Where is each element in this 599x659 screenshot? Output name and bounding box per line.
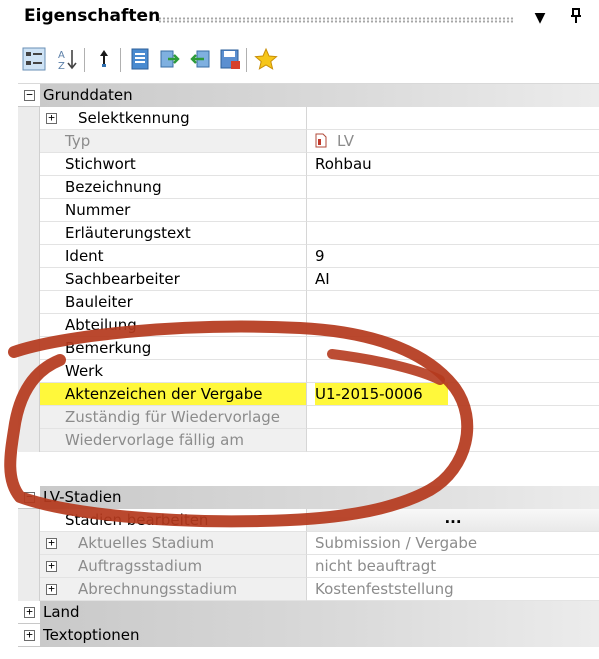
property-name: Abrechnungsstadium — [78, 580, 238, 598]
property-name: Sachbearbeiter — [40, 268, 307, 291]
property-name: Wiedervorlage fällig am — [40, 429, 307, 452]
property-value — [307, 406, 599, 429]
property-value: nicht beauftragt — [307, 555, 599, 578]
favorites-star-icon[interactable] — [254, 47, 278, 71]
property-row-nummer[interactable]: Nummer — [18, 199, 599, 222]
property-name: Auftragsstadium — [78, 557, 203, 575]
property-value[interactable]: Rohbau — [307, 153, 599, 176]
category-grunddaten[interactable]: − Grunddaten — [18, 84, 599, 107]
property-row-selektkennung[interactable]: + Selektkennung — [18, 107, 599, 130]
property-value-text: U1-2015-0006 — [315, 383, 448, 405]
property-value: LV — [307, 130, 599, 153]
property-name: Selektkennung — [78, 109, 190, 127]
property-row-erlaeuterungstext[interactable]: Erläuterungstext — [18, 222, 599, 245]
property-row-zustaendig-wiedervorlage[interactable]: Zuständig für Wiedervorlage — [18, 406, 599, 429]
ellipsis-button[interactable]: ... — [307, 509, 599, 532]
property-value — [307, 429, 599, 452]
property-name: Bauleiter — [40, 291, 307, 314]
category-lv-stadien[interactable]: − LV-Stadien — [18, 486, 599, 509]
property-row-bauleiter[interactable]: Bauleiter — [18, 291, 599, 314]
category-textoptionen[interactable]: + Textoptionen — [18, 624, 599, 647]
property-value[interactable] — [307, 337, 599, 360]
property-row-stichwort[interactable]: Stichwort Rohbau — [18, 153, 599, 176]
property-row-ident[interactable]: Ident 9 — [18, 245, 599, 268]
property-row-stadien-bearbeiten[interactable]: Stadien bearbeiten ... — [18, 509, 599, 532]
property-row-werk[interactable]: Werk — [18, 360, 599, 383]
expand-icon[interactable]: + — [46, 560, 57, 572]
property-name: Nummer — [40, 199, 307, 222]
property-value: Kostenfeststellung — [307, 578, 599, 601]
category-land[interactable]: + Land — [18, 601, 599, 624]
expand-icon[interactable]: + — [46, 112, 57, 124]
pin-glyph — [571, 8, 581, 23]
expand-icon[interactable]: + — [46, 537, 57, 549]
property-value[interactable] — [307, 107, 599, 130]
pin-icon[interactable] — [566, 8, 586, 28]
property-value[interactable] — [307, 199, 599, 222]
export-icon[interactable] — [158, 47, 182, 71]
property-row-sachbearbeiter[interactable]: Sachbearbeiter AI — [18, 268, 599, 291]
property-value[interactable]: U1-2015-0006 — [307, 383, 599, 406]
categorized-view-icon[interactable] — [22, 47, 46, 71]
property-name: Aktenzeichen der Vergabe — [40, 383, 307, 406]
category-label: Land — [40, 601, 599, 624]
expand-icon[interactable]: + — [24, 629, 35, 641]
property-value[interactable] — [307, 291, 599, 314]
save-icon[interactable] — [218, 47, 242, 71]
property-grid: − Grunddaten + Selektkennung Typ LV Stic… — [18, 84, 599, 659]
properties-panel-header: Eigenschaften ▼ — [0, 0, 599, 38]
drag-grip[interactable] — [158, 17, 513, 23]
collapse-icon[interactable]: − — [24, 89, 35, 101]
property-name: Zuständig für Wiedervorlage — [40, 406, 307, 429]
property-name: Aktuelles Stadium — [78, 534, 215, 552]
property-value[interactable] — [307, 360, 599, 383]
svg-text:A: A — [58, 50, 65, 61]
panel-title: Eigenschaften — [24, 6, 161, 26]
property-row-bemerkung[interactable]: Bemerkung — [18, 337, 599, 360]
property-name: Typ — [40, 130, 307, 153]
property-value[interactable]: AI — [307, 268, 599, 291]
property-row-aktuelles-stadium[interactable]: + Aktuelles Stadium Submission / Vergabe — [18, 532, 599, 555]
document-type-icon — [315, 133, 327, 148]
alphabetical-sort-icon[interactable]: AZ — [56, 47, 80, 71]
property-name: Ident — [40, 245, 307, 268]
property-name: Bemerkung — [40, 337, 307, 360]
property-value[interactable] — [307, 176, 599, 199]
property-value[interactable]: 9 — [307, 245, 599, 268]
property-name: Werk — [40, 360, 307, 383]
property-pages-icon[interactable] — [92, 47, 116, 71]
property-value[interactable] — [307, 222, 599, 245]
property-name: Stadien bearbeiten — [40, 509, 307, 532]
svg-text:Z: Z — [58, 61, 65, 71]
property-row-wiedervorlage-faellig[interactable]: Wiedervorlage fällig am — [18, 429, 599, 452]
category-label: Grunddaten — [40, 84, 599, 107]
property-value-text: LV — [337, 132, 354, 150]
property-value: Submission / Vergabe — [307, 532, 599, 555]
property-row-typ[interactable]: Typ LV — [18, 130, 599, 153]
property-row-auftragsstadium[interactable]: + Auftragsstadium nicht beauftragt — [18, 555, 599, 578]
property-row-abrechnungsstadium[interactable]: + Abrechnungsstadium Kostenfeststellung — [18, 578, 599, 601]
import-icon[interactable] — [188, 47, 212, 71]
collapse-icon[interactable]: − — [24, 491, 35, 503]
dropdown-icon[interactable]: ▼ — [530, 8, 550, 28]
category-label: LV-Stadien — [40, 486, 599, 509]
property-name: Erläuterungstext — [40, 222, 307, 245]
expand-icon[interactable]: + — [46, 583, 57, 595]
property-row-aktenzeichen[interactable]: Aktenzeichen der Vergabe U1-2015-0006 — [18, 383, 599, 406]
properties-toolbar: AZ — [18, 38, 599, 84]
property-row-bezeichnung[interactable]: Bezeichnung — [18, 176, 599, 199]
property-row-abteilung[interactable]: Abteilung — [18, 314, 599, 337]
toolbar-separator — [120, 48, 121, 72]
expand-icon[interactable]: + — [24, 606, 35, 618]
property-name: Abteilung — [40, 314, 307, 337]
category-label: Textoptionen — [40, 624, 599, 647]
toolbar-separator — [84, 48, 85, 72]
toolbar-separator — [246, 48, 247, 72]
property-name: Bezeichnung — [40, 176, 307, 199]
property-value[interactable] — [307, 314, 599, 337]
document-icon[interactable] — [128, 47, 152, 71]
property-name: Stichwort — [40, 153, 307, 176]
